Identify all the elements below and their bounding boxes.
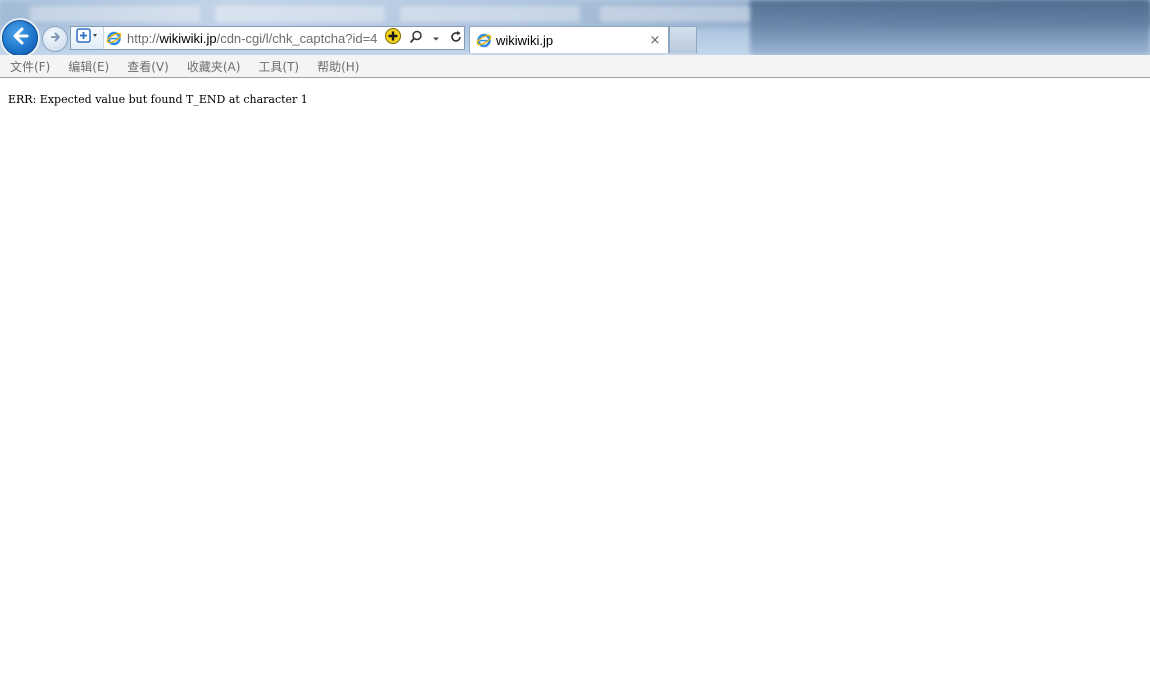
chevron-down-icon xyxy=(431,29,441,48)
forward-button[interactable] xyxy=(42,26,68,52)
internet-explorer-icon xyxy=(475,31,493,49)
search-icon xyxy=(409,29,423,48)
blurred-tab xyxy=(30,6,200,22)
address-bar-tools xyxy=(408,27,464,49)
browser-toolbar: http://wikiwiki.jp/cdn-cgi/l/chk_captcha… xyxy=(0,0,1150,55)
menu-item-help[interactable]: 帮助(H) xyxy=(307,58,367,75)
menu-item-tools[interactable]: 工具(T) xyxy=(248,58,307,75)
page-content: ERR: Expected value but found T_END at c… xyxy=(0,79,1150,679)
search-dropdown-button[interactable] xyxy=(428,27,444,49)
menu-item-favorites[interactable]: 收藏夹(A) xyxy=(177,58,249,75)
menu-item-file[interactable]: 文件(F) xyxy=(0,58,58,75)
blurred-tab xyxy=(215,6,385,22)
blurred-background-window xyxy=(750,0,1150,55)
url-host: wikiwiki.jp xyxy=(159,30,217,46)
url-text[interactable]: http://wikiwiki.jp/cdn-cgi/l/chk_captcha… xyxy=(124,31,382,46)
refresh-icon xyxy=(449,29,463,48)
search-button[interactable] xyxy=(408,27,424,49)
back-button[interactable] xyxy=(2,20,38,55)
shield-plus-icon xyxy=(75,28,99,48)
back-arrow-icon xyxy=(9,25,31,51)
tab-close-button[interactable]: × xyxy=(647,32,663,48)
forward-arrow-icon xyxy=(47,29,63,49)
internet-explorer-icon xyxy=(104,27,124,49)
error-message: ERR: Expected value but found T_END at c… xyxy=(8,93,308,106)
close-icon: × xyxy=(649,32,661,48)
blurred-tab xyxy=(400,6,580,22)
new-tab-button[interactable] xyxy=(669,26,697,53)
menu-item-view[interactable]: 查看(V) xyxy=(117,58,177,75)
security-dropdown-button[interactable] xyxy=(71,27,104,49)
browser-window: http://wikiwiki.jp/cdn-cgi/l/chk_captcha… xyxy=(0,0,1150,679)
url-scheme: http:// xyxy=(127,30,160,46)
menu-item-edit[interactable]: 编辑(E) xyxy=(58,58,117,75)
tab-title: wikiwiki.jp xyxy=(496,32,554,48)
tab-wikiwiki[interactable]: wikiwiki.jp × xyxy=(469,26,669,53)
blurred-tab xyxy=(600,6,750,22)
add-plus-icon xyxy=(384,27,402,49)
menu-bar: 文件(F) 编辑(E) 查看(V) 收藏夹(A) 工具(T) 帮助(H) xyxy=(0,55,1150,78)
compatibility-view-button[interactable] xyxy=(382,27,404,49)
url-path: /cdn-cgi/l/chk_captcha?id=4 xyxy=(216,30,378,46)
refresh-button[interactable] xyxy=(448,27,464,49)
address-bar[interactable]: http://wikiwiki.jp/cdn-cgi/l/chk_captcha… xyxy=(70,26,465,50)
